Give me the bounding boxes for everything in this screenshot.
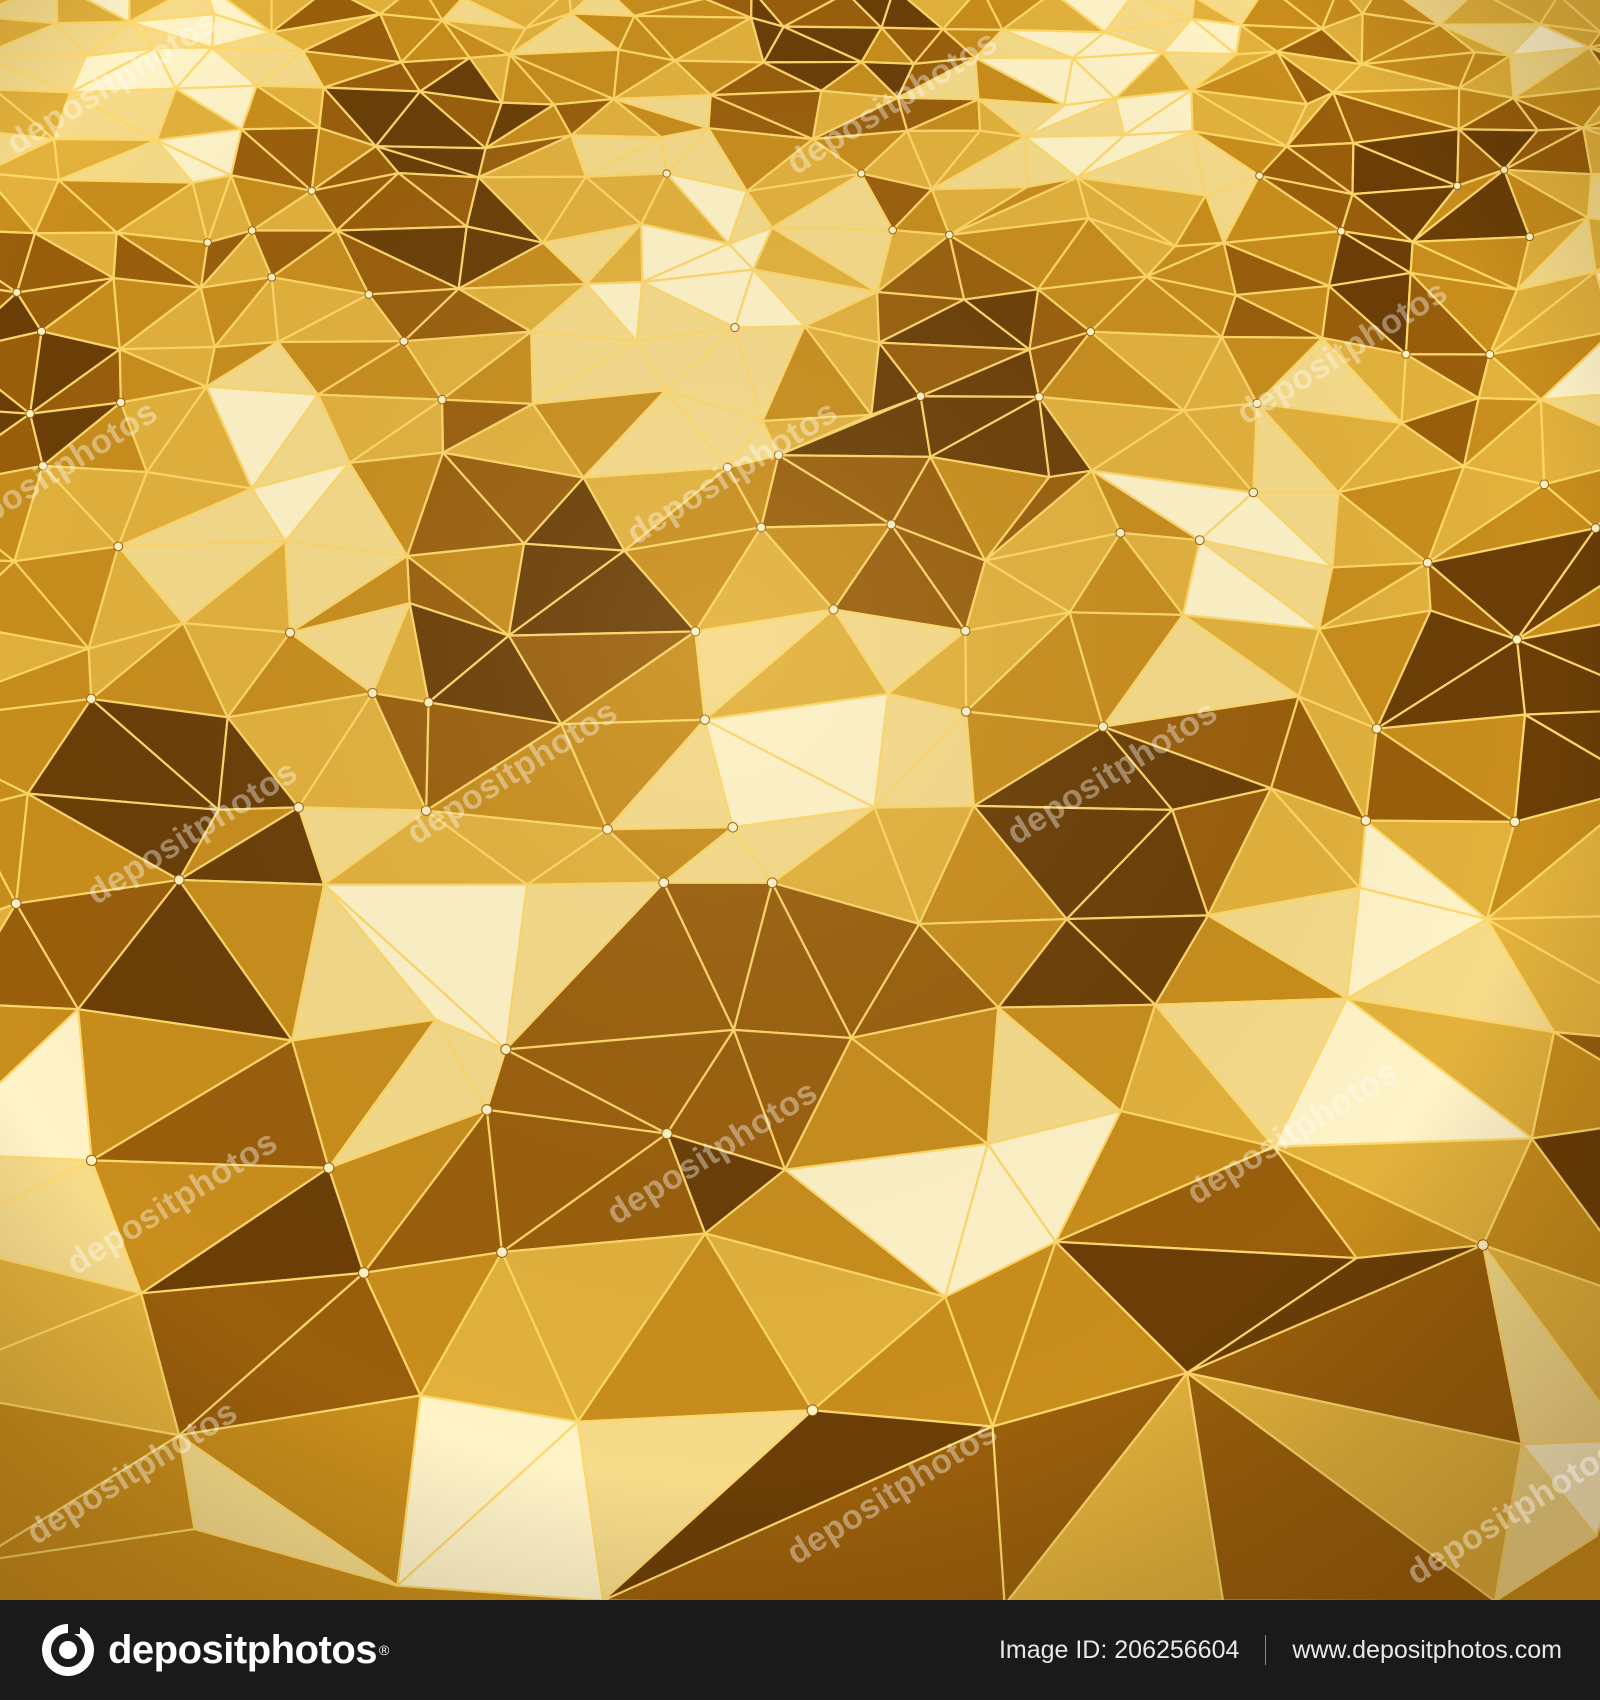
site-url[interactable]: www.depositphotos.com: [1292, 1636, 1562, 1665]
logo-wordmark: depositphotos: [108, 1627, 378, 1672]
lowpoly-surface: [0, 0, 1600, 1600]
footer-bar: depositphotos ® Image ID: 206256604 www.…: [0, 1600, 1600, 1700]
footer-divider: [1265, 1635, 1267, 1665]
vignette-overlay: [0, 0, 1600, 1600]
footer-info: Image ID: 206256604 www.depositphotos.co…: [999, 1635, 1562, 1665]
depositphotos-logo-icon: [42, 1624, 94, 1676]
depositphotos-logo: depositphotos ®: [40, 1622, 389, 1678]
image-id: Image ID: 206256604: [998, 1635, 1240, 1664]
registered-mark: ®: [379, 1642, 390, 1658]
stock-photo-page: depositphotos depositphotos depositphotos d…: [0, 0, 1600, 1700]
gold-lowpoly-image: depositphotos depositphotos depositphotos d…: [0, 0, 1600, 1600]
